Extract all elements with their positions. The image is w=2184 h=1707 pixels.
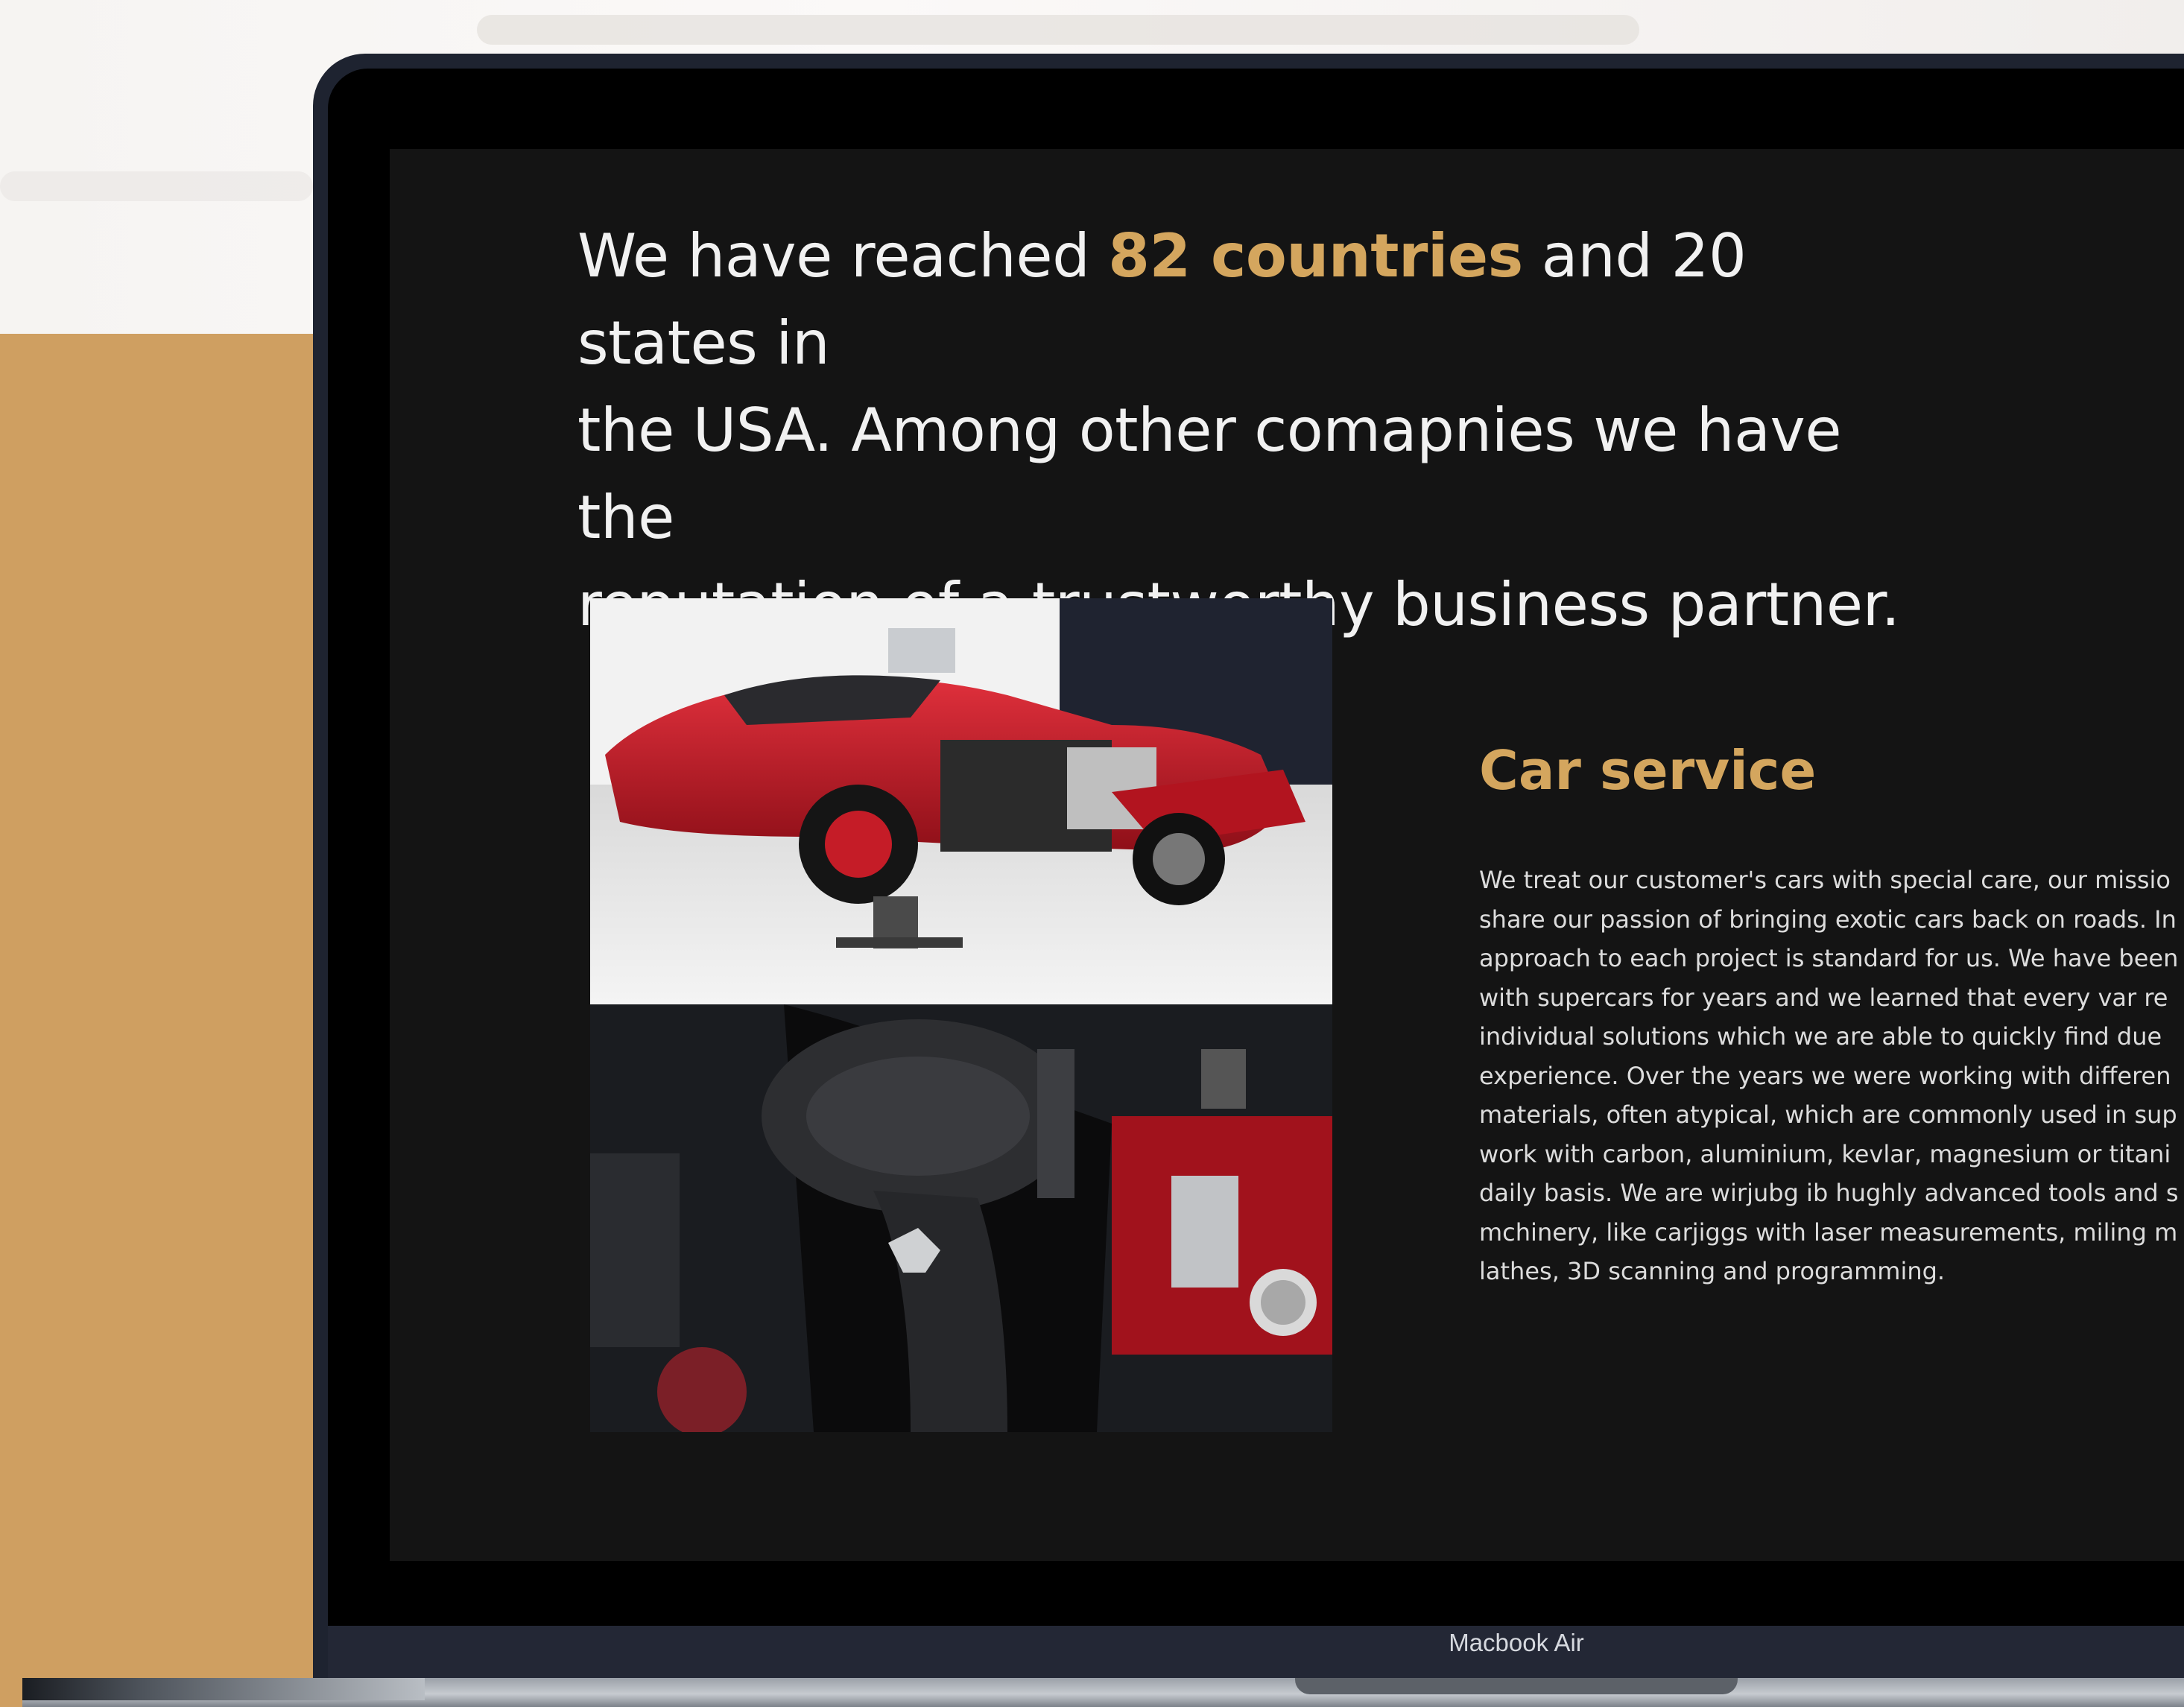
red-supercar-photo <box>590 598 1332 1004</box>
service-line: experience. Over the years we were worki… <box>1479 1061 2171 1090</box>
service-line: individual solutions which we are able t… <box>1479 1022 2162 1051</box>
service-line: We treat our customer's cars with specia… <box>1479 866 2171 894</box>
service-description: We treat our customer's cars with specia… <box>1479 861 2184 1285</box>
service-line: approach to each project is standard for… <box>1479 944 2179 972</box>
service-line: materials, often atypical, which are com… <box>1479 1100 2177 1129</box>
hero-headline: We have reached 82 countries and 20 stat… <box>577 212 1934 648</box>
service-line: lathes, 3D scanning and programming. <box>1479 1257 1946 1285</box>
background-blur-bar <box>477 15 1639 45</box>
laptop-base-shadow <box>22 1678 425 1700</box>
service-line: daily basis. We are wirjubg ib hughly ad… <box>1479 1179 2179 1207</box>
background-blur-bar <box>0 171 313 201</box>
laptop-chin <box>328 1626 2184 1678</box>
service-line: mchinery, like carjiggs with laser measu… <box>1479 1217 2178 1247</box>
laptop-hinge-notch <box>1295 1678 1738 1694</box>
hero-highlight: 82 countries <box>1108 221 1523 291</box>
service-line: share our passion of bringing exotic car… <box>1479 905 2177 934</box>
service-line: with supercars for years and we learned … <box>1479 983 2168 1012</box>
engine-bay-photo <box>590 1004 1332 1432</box>
service-title: Car service <box>1479 739 1817 802</box>
hero-text-start: We have reached <box>577 221 1109 291</box>
service-line: work with carbon, aluminium, kevlar, mag… <box>1479 1139 2171 1168</box>
device-label: Macbook Air <box>1449 1629 1584 1656</box>
hero-text-line2: the USA. Among other comapnies we have t… <box>577 396 1842 552</box>
